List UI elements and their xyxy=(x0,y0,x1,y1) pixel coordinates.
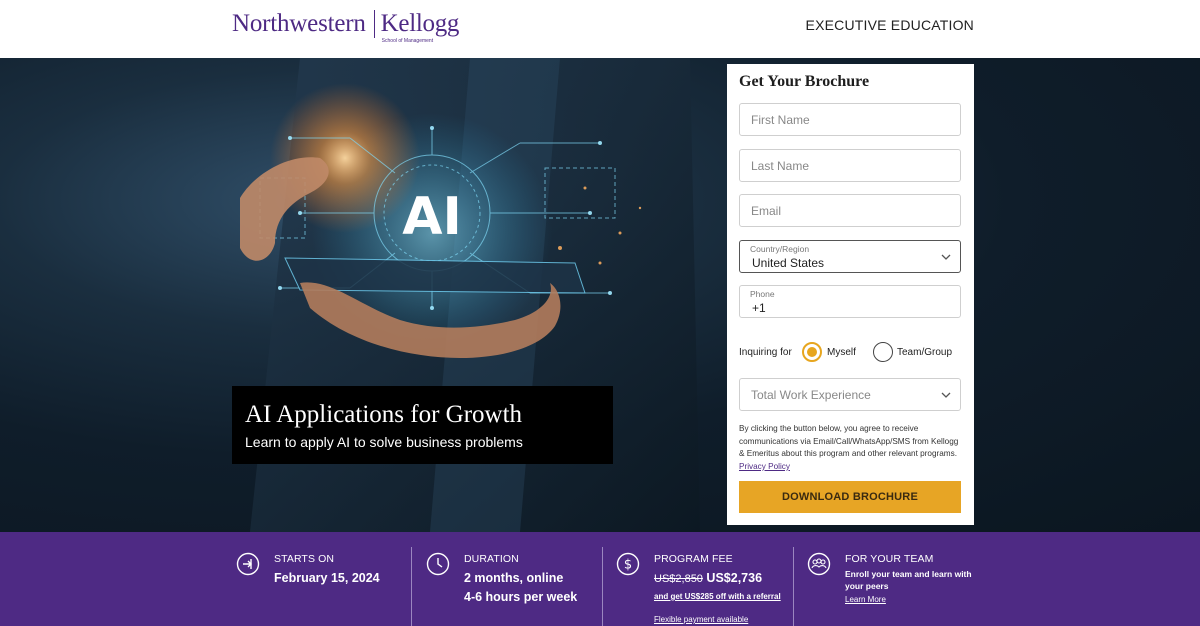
svg-text:$: $ xyxy=(624,558,632,573)
for-your-team-heading: FOR YOUR TEAM xyxy=(845,553,934,565)
form-title: Get Your Brochure xyxy=(739,73,870,90)
starts-on-section: STARTS ON February 15, 2024 xyxy=(234,532,404,626)
referral-link[interactable]: and get US$285 off with a referral xyxy=(654,592,781,601)
program-fee-section: $ PROGRAM FEE US$2,850 US$2,736 and get … xyxy=(614,532,789,626)
program-fee-heading: PROGRAM FEE xyxy=(654,553,733,565)
duration-line-1: 2 months, online xyxy=(464,571,564,585)
first-name-placeholder: First Name xyxy=(751,113,810,127)
learn-more-link[interactable]: Learn More xyxy=(845,595,886,604)
team-description-line-1: Enroll your team and learn with xyxy=(845,569,972,579)
divider xyxy=(411,547,412,626)
flexible-payment-link[interactable]: Flexible payment available xyxy=(654,615,748,624)
duration-line-2: 4-6 hours per week xyxy=(464,590,578,604)
country-label: Country/Region xyxy=(750,244,810,254)
download-brochure-button[interactable]: DOWNLOAD BROCHURE xyxy=(739,481,961,513)
chevron-down-icon xyxy=(941,392,951,398)
start-date: February 15, 2024 xyxy=(274,571,380,585)
chevron-down-icon xyxy=(941,254,951,260)
inquiring-label: Inquiring for xyxy=(739,347,792,358)
phone-value: +1 xyxy=(752,301,766,315)
inquiring-for-group: Inquiring for Myself Team/Group xyxy=(739,342,961,364)
logo-northwestern: Northwestern xyxy=(232,10,366,37)
site-header: Northwestern Kellogg School of Managemen… xyxy=(0,0,1200,58)
duration-value: 2 months, online 4-6 hours per week xyxy=(464,569,577,607)
logo-tagline: School of Management xyxy=(381,38,434,44)
calendar-arrow-icon xyxy=(236,552,260,576)
hero-caption: AI Applications for Growth Learn to appl… xyxy=(232,386,613,464)
last-name-placeholder: Last Name xyxy=(751,159,810,173)
brochure-form: Get Your Brochure First Name Last Name E… xyxy=(727,64,974,525)
radio-team-label[interactable]: Team/Group xyxy=(897,347,952,358)
team-icon xyxy=(807,552,831,576)
last-name-field[interactable]: Last Name xyxy=(739,149,961,182)
first-name-field[interactable]: First Name xyxy=(739,103,961,136)
dollar-icon: $ xyxy=(616,552,640,576)
landing-page: Northwestern Kellogg School of Managemen… xyxy=(0,0,1200,626)
consent-text-block: By clicking the button below, you agree … xyxy=(739,423,961,473)
starts-on-heading: STARTS ON xyxy=(274,553,335,565)
phone-field[interactable]: Phone +1 xyxy=(739,285,961,318)
radio-myself[interactable] xyxy=(802,342,822,362)
work-experience-placeholder: Total Work Experience xyxy=(751,388,871,402)
duration-heading: DURATION xyxy=(464,553,519,565)
email-placeholder: Email xyxy=(751,204,782,218)
program-fee-value: US$2,850 US$2,736 xyxy=(654,569,762,589)
executive-education-label: EXECUTIVE EDUCATION xyxy=(805,17,974,33)
discounted-price: US$2,736 xyxy=(706,571,763,585)
team-description: Enroll your team and learn with your pee… xyxy=(845,568,972,592)
program-subtitle: Learn to apply AI to solve business prob… xyxy=(245,434,523,450)
logo-kellogg-group: Kellogg School of Management xyxy=(380,10,460,44)
country-select[interactable]: Country/Region United States xyxy=(739,240,961,273)
hero-banner: AI AI Applications for Growth Learn to a… xyxy=(0,58,1200,532)
team-description-line-2: your peers xyxy=(845,581,889,591)
logo-divider xyxy=(373,10,375,38)
consent-text: By clicking the button below, you agree … xyxy=(739,424,959,459)
radio-myself-label[interactable]: Myself xyxy=(827,347,856,358)
privacy-policy-link[interactable]: Privacy Policy xyxy=(739,462,790,471)
for-your-team-section: FOR YOUR TEAM Enroll your team and learn… xyxy=(805,532,980,626)
duration-section: DURATION 2 months, online 4-6 hours per … xyxy=(424,532,599,626)
phone-label: Phone xyxy=(750,289,775,299)
logo-kellogg: Kellogg xyxy=(380,10,460,37)
divider xyxy=(793,547,794,626)
kellogg-logo[interactable]: Northwestern Kellogg School of Managemen… xyxy=(232,8,460,44)
work-experience-select[interactable]: Total Work Experience xyxy=(739,378,961,411)
divider xyxy=(602,547,603,626)
email-field[interactable]: Email xyxy=(739,194,961,227)
program-info-strip: STARTS ON February 15, 2024 DURATION 2 m… xyxy=(0,532,1200,626)
hero-ai-text: AI xyxy=(402,187,462,247)
radio-team-group[interactable] xyxy=(873,342,893,362)
country-value: United States xyxy=(752,256,825,270)
program-title: AI Applications for Growth xyxy=(245,401,523,428)
original-price: US$2,850 xyxy=(654,573,703,585)
clock-icon xyxy=(426,552,450,576)
